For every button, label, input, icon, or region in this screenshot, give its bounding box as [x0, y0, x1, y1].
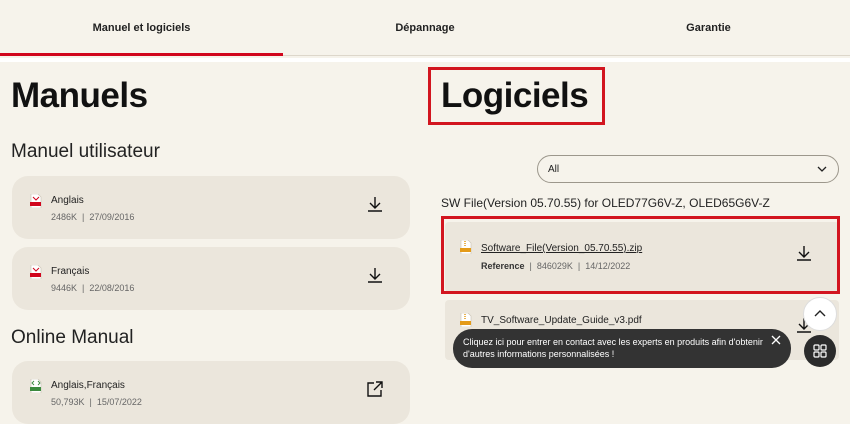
manuals-title: Manuels [11, 76, 148, 115]
zip-icon [460, 313, 472, 327]
tab-manuals-software[interactable]: Manuel et logiciels [0, 0, 283, 56]
tab-bar: Manuel et logiciels Dépannage Garantie [0, 0, 850, 56]
software-group-title: SW File(Version 05.70.55) for OLED77G6V-… [441, 196, 770, 210]
close-icon[interactable] [769, 333, 783, 347]
contact-expert-toast[interactable]: Cliquez ici pour entrer en contact avec … [453, 329, 791, 368]
divider [0, 58, 850, 62]
software-title: Logiciels [441, 76, 589, 115]
software-meta: Reference | 846029K | 14/12/2022 [481, 261, 631, 271]
html-icon [30, 379, 42, 393]
tab-label: Dépannage [395, 22, 455, 34]
scroll-to-top-button[interactable] [803, 297, 837, 331]
software-item[interactable]: Software_File(Version_05.70.55).zip Refe… [445, 222, 839, 292]
toast-message: Cliquez ici pour entrer en contact avec … [463, 337, 763, 359]
online-manual-meta: 50,793K | 15/07/2022 [51, 397, 142, 407]
manual-meta: 2486K | 27/09/2016 [51, 212, 135, 222]
user-manual-title: Manuel utilisateur [11, 141, 160, 162]
pdf-icon [30, 194, 42, 208]
active-tab-indicator [0, 53, 283, 56]
software-filter-select[interactable]: All [537, 155, 839, 183]
manual-name: Anglais [51, 195, 84, 206]
manual-item[interactable]: Français 9446K | 22/08/2016 [12, 247, 410, 310]
software-file-name[interactable]: TV_Software_Update_Guide_v3.pdf [481, 315, 642, 326]
grid-icon [813, 344, 827, 358]
online-manual-title: Online Manual [11, 327, 134, 348]
tab-troubleshooting[interactable]: Dépannage [283, 0, 567, 56]
quick-menu-button[interactable] [804, 335, 836, 367]
download-icon[interactable] [795, 244, 813, 262]
tab-label: Manuel et logiciels [92, 22, 191, 34]
select-value: All [548, 164, 560, 175]
download-icon[interactable] [366, 195, 384, 213]
pdf-icon [30, 265, 42, 279]
software-file-link[interactable]: Software_File(Version_05.70.55).zip [481, 243, 642, 254]
download-icon[interactable] [366, 266, 384, 284]
manual-item[interactable]: Anglais 2486K | 27/09/2016 [12, 176, 410, 239]
online-manual-item[interactable]: Anglais,Français 50,793K | 15/07/2022 [12, 361, 410, 424]
chevron-up-icon [814, 310, 826, 317]
tab-warranty[interactable]: Garantie [567, 0, 850, 56]
manual-meta: 9446K | 22/08/2016 [51, 283, 135, 293]
tab-label: Garantie [686, 22, 731, 34]
online-manual-name: Anglais,Français [51, 380, 125, 391]
external-link-icon[interactable] [366, 380, 384, 398]
zip-icon [460, 240, 472, 254]
chevron-down-icon [817, 166, 827, 172]
manual-name: Français [51, 266, 90, 277]
